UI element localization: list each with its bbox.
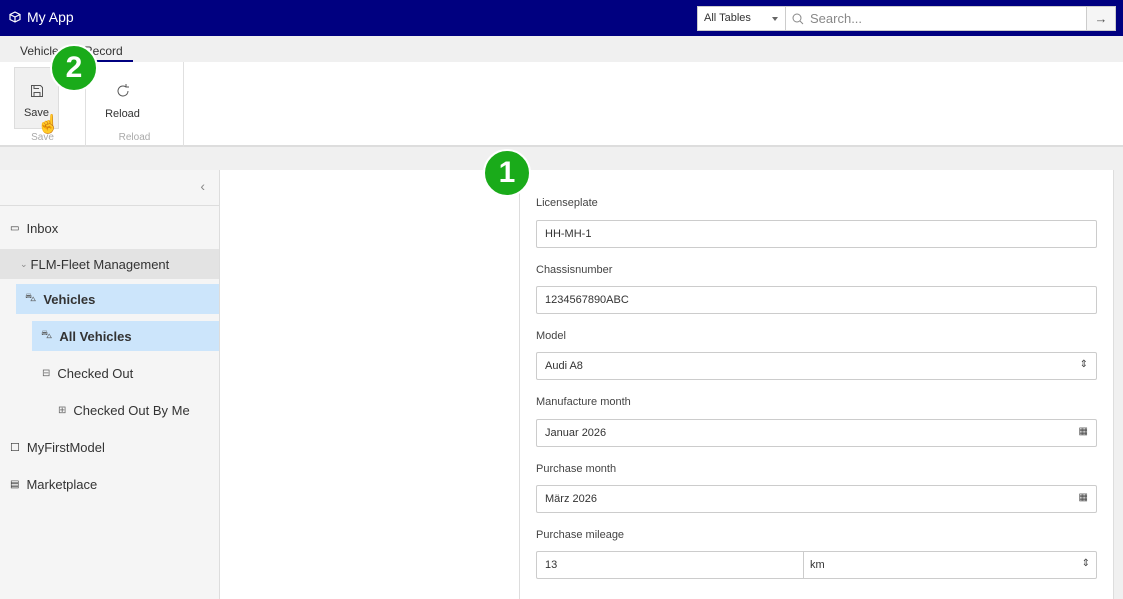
top-bar: My App All Tables Search... → xyxy=(0,0,1123,36)
app-title-text: My App xyxy=(27,9,74,25)
licenseplate-label: Licenseplate xyxy=(536,197,598,209)
licenseplate-value: HH-MH-1 xyxy=(545,228,592,240)
record-form: Licenseplate HH-MH-1 Chassisnumber 12345… xyxy=(520,170,1113,599)
cube-icon xyxy=(9,11,21,23)
select-arrows-icon: ⇕ xyxy=(1079,359,1088,370)
model-label: Model xyxy=(536,330,566,342)
model-select[interactable]: Audi A8 ⇕ xyxy=(536,352,1097,380)
sidebar-item-inbox[interactable]: ▭ Inbox xyxy=(10,213,58,243)
car-icon: ⛍ xyxy=(41,329,53,341)
chevron-left-icon: ‹ xyxy=(200,178,205,194)
chevron-down-icon: ⌄ xyxy=(20,258,28,269)
sidebar-item-all-vehicles[interactable]: ⛍ All Vehicles xyxy=(32,321,219,351)
sidebar-item-checked-out-by-me[interactable]: ⊞ Checked Out By Me xyxy=(58,395,190,425)
select-arrows-icon: ⇕ xyxy=(1081,558,1090,569)
reload-label: Reload xyxy=(105,108,140,120)
search-placeholder: Search... xyxy=(810,11,863,26)
purchase-month-label: Purchase month xyxy=(536,463,617,475)
sidebar-item-vehicles[interactable]: ⛍ Vehicles xyxy=(16,284,219,314)
sidebar-item-label: MyFirstModel xyxy=(26,439,105,455)
licenseplate-input[interactable]: HH-MH-1 xyxy=(536,220,1097,248)
arrow-right-icon: → xyxy=(1094,11,1108,26)
purchase-mileage-label: Purchase mileage xyxy=(536,529,625,541)
step-badge-2: 2 xyxy=(50,44,98,92)
calendar-icon[interactable]: ▦ xyxy=(1079,426,1088,437)
calendar-icon[interactable]: ▦ xyxy=(1079,492,1088,503)
record-list-pane xyxy=(220,170,520,599)
mileage-unit-value: km xyxy=(810,559,825,571)
reload-icon xyxy=(117,84,129,97)
car-icon: ⛍ xyxy=(25,292,37,304)
ribbon: Save Save Reload Reload xyxy=(0,62,1123,147)
sidebar: ‹ ▭ Inbox ⌄ FLM-Fleet Management ⛍ Vehicles… xyxy=(0,170,220,599)
mileage-unit-select[interactable]: km ⇕ xyxy=(803,552,1098,578)
sidebar-item-label: Checked Out By Me xyxy=(73,402,190,418)
manufacture-month-label: Manufacture month xyxy=(536,396,631,408)
store-icon: ▤ xyxy=(10,478,20,490)
reload-button[interactable]: Reload xyxy=(100,67,145,129)
search-icon xyxy=(792,13,804,24)
purchase-month-value: März 2026 xyxy=(545,493,597,505)
lock-user-icon: ⊞ xyxy=(58,404,67,416)
search-bar: All Tables Search... → xyxy=(697,6,1116,31)
save-icon xyxy=(30,85,43,97)
search-input[interactable]: Search... xyxy=(786,7,1086,30)
purchase-mileage-value: 13 xyxy=(545,559,558,571)
search-scope-select[interactable]: All Tables xyxy=(698,7,786,30)
chassisnumber-value: 1234567890ABC xyxy=(545,294,629,306)
sidebar-item-label: All Vehicles xyxy=(59,328,132,344)
sidebar-item-checked-out[interactable]: ⊟ Checked Out xyxy=(42,358,133,388)
sidebar-item-label: FLM-Fleet Management xyxy=(30,256,170,272)
lock-icon: ⊟ xyxy=(42,367,51,379)
chassisnumber-input[interactable]: 1234567890ABC xyxy=(536,286,1097,314)
sidebar-item-label: Vehicles xyxy=(43,291,96,307)
ribbon-group-reload: Reload Reload xyxy=(86,62,184,147)
chassisnumber-label: Chassisnumber xyxy=(536,264,613,276)
manufacture-month-input[interactable]: Januar 2026 ▦ xyxy=(536,419,1097,447)
square-icon: ☐ xyxy=(10,441,20,454)
hand-cursor-icon: ☝ xyxy=(37,114,60,134)
model-value: Audi A8 xyxy=(545,360,583,372)
app-title[interactable]: My App xyxy=(9,9,74,25)
sidebar-item-flm[interactable]: ⌄ FLM-Fleet Management xyxy=(0,249,219,279)
step-badge-1: 1 xyxy=(483,149,531,197)
inbox-icon: ▭ xyxy=(10,222,20,234)
tab-bar: Vehicles Record xyxy=(0,36,1123,62)
purchase-mileage-input[interactable]: 13 km ⇕ xyxy=(536,551,1097,579)
purchase-month-input[interactable]: März 2026 ▦ xyxy=(536,485,1097,513)
sidebar-item-label: Marketplace xyxy=(26,476,98,492)
sidebar-item-myfirstmodel[interactable]: ☐ MyFirstModel xyxy=(10,432,105,462)
sidebar-collapse-button[interactable]: ‹ xyxy=(0,170,219,206)
sidebar-item-label: Inbox xyxy=(26,220,59,236)
search-go-button[interactable]: → xyxy=(1086,7,1115,30)
scrollbar[interactable] xyxy=(1113,170,1123,599)
manufacture-month-value: Januar 2026 xyxy=(545,427,607,439)
sidebar-item-label: Checked Out xyxy=(57,365,134,381)
sidebar-item-marketplace[interactable]: ▤ Marketplace xyxy=(10,469,97,499)
group-label-reload: Reload xyxy=(118,132,151,143)
